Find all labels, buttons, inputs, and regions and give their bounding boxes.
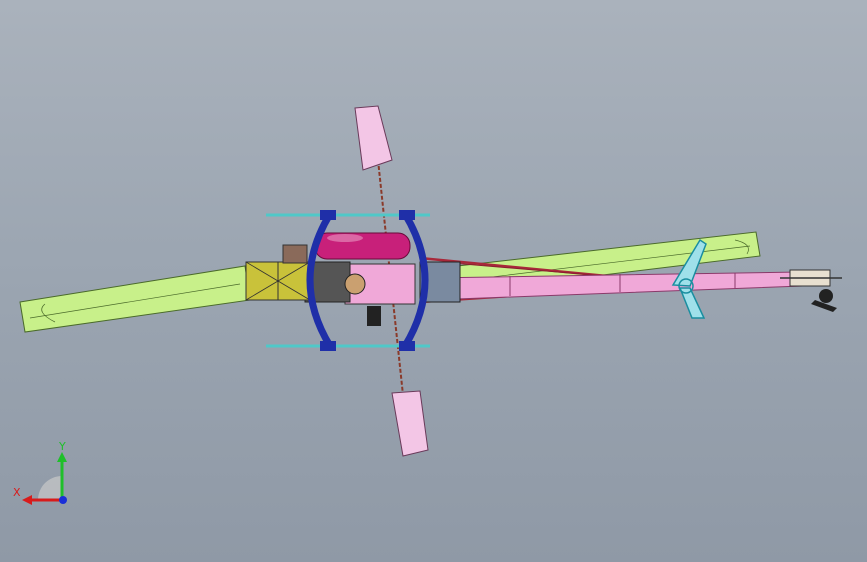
x-axis-label: X <box>13 486 21 499</box>
battery-box[interactable] <box>245 244 311 301</box>
fuel-tank[interactable] <box>314 232 411 260</box>
cad-viewport[interactable]: Y X <box>0 0 867 562</box>
helicopter-model[interactable] <box>0 0 867 562</box>
z-axis <box>59 496 67 504</box>
flybar-paddle-top[interactable] <box>354 105 393 171</box>
y-axis-label: Y <box>58 440 66 453</box>
fuselage-body[interactable] <box>304 261 461 326</box>
orientation-triad: Y X <box>13 440 67 505</box>
flybar-paddle-bottom[interactable] <box>391 390 429 457</box>
